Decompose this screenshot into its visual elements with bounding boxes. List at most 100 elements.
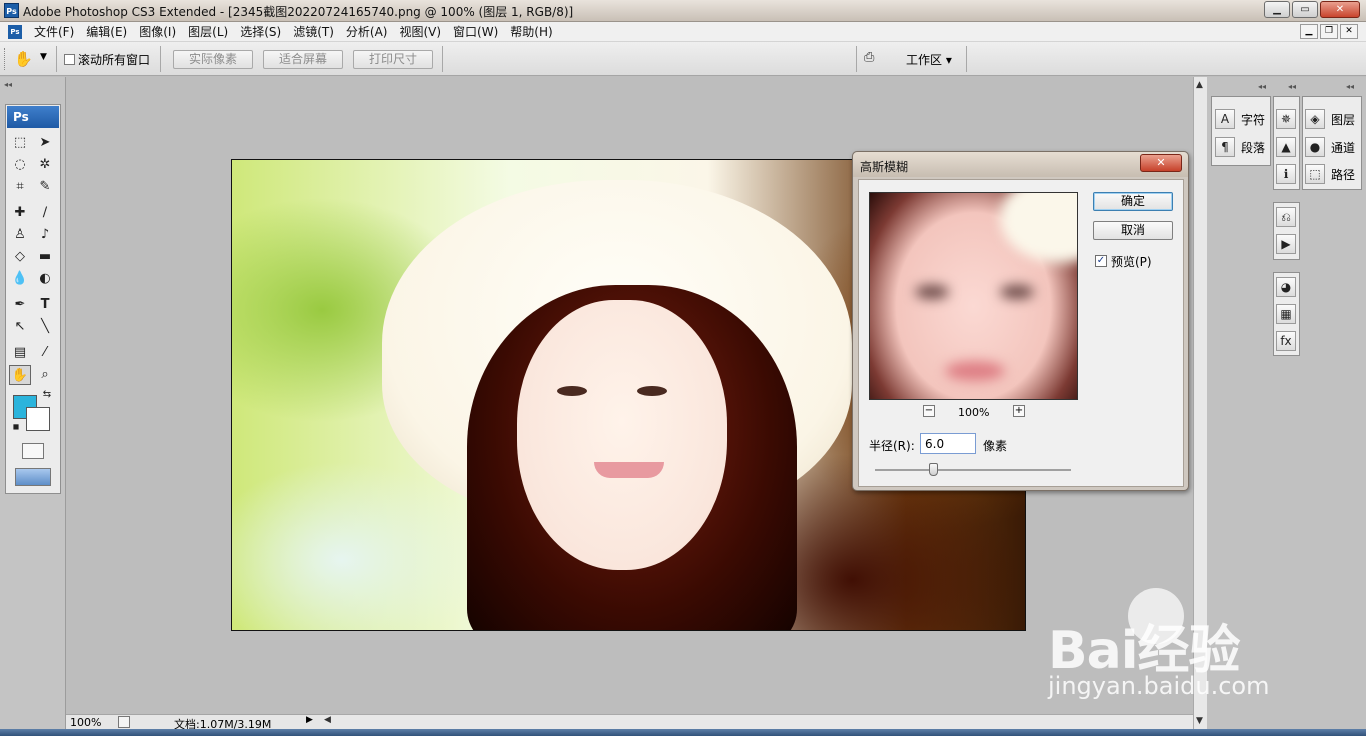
magic-wand-tool-icon[interactable]: ✲	[34, 155, 56, 175]
dialog-close-button[interactable]: ✕	[1140, 154, 1182, 172]
actual-pixels-button[interactable]: 实际像素	[173, 50, 253, 69]
histogram-icon: ▲	[1276, 137, 1296, 157]
doc-minimize-button[interactable]: ▁	[1300, 24, 1318, 39]
cancel-button[interactable]: 取消	[1093, 221, 1173, 240]
paragraph-panel-tab[interactable]: ¶ 段落	[1215, 137, 1265, 157]
menu-view[interactable]: 视图(V)	[393, 23, 447, 40]
radius-slider-track[interactable]	[875, 469, 1071, 471]
status-menu-arrow-icon[interactable]: ▶	[306, 715, 313, 725]
dock-collapse-icon[interactable]: ◂◂	[1258, 82, 1266, 91]
photoshop-logo-icon: Ps	[4, 3, 19, 18]
styles-panel-tab[interactable]: fx	[1276, 331, 1296, 351]
menu-file[interactable]: 文件(F)	[28, 23, 80, 40]
screen-mode-button[interactable]	[15, 468, 51, 486]
radius-input[interactable]	[920, 433, 976, 454]
eraser-tool-icon[interactable]: ◇	[9, 247, 31, 267]
status-info-icon[interactable]	[118, 716, 130, 728]
histogram-panel-tab[interactable]: ▲	[1276, 137, 1296, 157]
maximize-button[interactable]: ▭	[1292, 1, 1318, 18]
workspace-menu[interactable]: 工作区 ▾	[906, 51, 952, 68]
menu-filter[interactable]: 滤镜(T)	[287, 23, 340, 40]
clone-stamp-tool-icon[interactable]: ♙	[9, 225, 31, 245]
menu-analysis[interactable]: 分析(A)	[340, 23, 394, 40]
line-tool-icon[interactable]: ╲	[34, 317, 56, 337]
divider	[56, 46, 57, 72]
pen-tool-icon[interactable]: ✒	[9, 295, 31, 315]
layers-icon: ◈	[1305, 109, 1325, 129]
scroll-up-icon[interactable]: ▲	[1196, 80, 1203, 90]
healing-brush-tool-icon[interactable]: ✚	[9, 203, 31, 223]
dialog-title-bar[interactable]: 高斯模糊 ✕	[853, 152, 1188, 177]
swatches-panel-tab[interactable]: ▦	[1276, 304, 1296, 324]
gradient-tool-icon[interactable]: ▬	[34, 247, 56, 267]
menu-select[interactable]: 选择(S)	[234, 23, 287, 40]
menu-image[interactable]: 图像(I)	[133, 23, 182, 40]
scroll-left-icon[interactable]: ◀	[324, 715, 331, 725]
notes-tool-icon[interactable]: ▤	[9, 343, 31, 363]
preview-checkbox[interactable]: ✓	[1095, 255, 1107, 267]
zoom-level[interactable]: 100%	[70, 716, 101, 729]
fit-screen-button[interactable]: 适合屏幕	[263, 50, 343, 69]
bridge-icon[interactable]: ⎙	[864, 50, 874, 65]
slice-tool-icon[interactable]: ✎	[34, 177, 56, 197]
scroll-down-icon[interactable]: ▼	[1196, 716, 1203, 726]
menu-window[interactable]: 窗口(W)	[447, 23, 504, 40]
minimize-button[interactable]: ▁	[1264, 1, 1290, 18]
divider	[442, 46, 443, 72]
path-selection-tool-icon[interactable]: ↖	[9, 317, 31, 337]
marquee-tool-icon[interactable]: ⬚	[9, 133, 31, 153]
layers-panel-tab[interactable]: ◈ 图层	[1305, 109, 1355, 129]
paths-icon: ⬚	[1305, 164, 1325, 184]
menu-help[interactable]: 帮助(H)	[504, 23, 558, 40]
zoom-tool-icon[interactable]: ⌕	[34, 365, 56, 385]
info-panel-tab[interactable]: ℹ	[1276, 164, 1296, 184]
divider	[160, 46, 161, 72]
blur-tool-icon[interactable]: 💧	[9, 269, 31, 289]
scroll-all-windows-checkbox[interactable]	[64, 54, 75, 65]
default-colors-icon[interactable]: ◼	[10, 421, 22, 433]
menu-edit[interactable]: 编辑(E)	[80, 23, 133, 40]
options-grip[interactable]	[4, 48, 7, 70]
horizontal-scrollbar[interactable]	[320, 714, 1193, 729]
ok-button[interactable]: 确定	[1093, 192, 1173, 211]
close-window-button[interactable]: ✕	[1320, 1, 1360, 18]
lasso-tool-icon[interactable]: ◌	[9, 155, 31, 175]
dock-collapse-icon[interactable]: ◂◂	[1288, 82, 1296, 91]
dodge-tool-icon[interactable]: ◐	[34, 269, 56, 289]
actions-panel-tab[interactable]: ▶	[1276, 234, 1296, 254]
swap-colors-icon[interactable]: ⇆	[40, 388, 54, 402]
doc-restore-button[interactable]: ❐	[1320, 24, 1338, 39]
blur-preview[interactable]	[869, 192, 1078, 400]
history-panel-tab[interactable]: ⎌	[1276, 207, 1296, 227]
navigator-panel-tab[interactable]: ✵	[1276, 109, 1296, 129]
move-tool-icon[interactable]: ➤	[34, 133, 56, 153]
channels-icon: ●	[1305, 137, 1325, 157]
channels-panel-tab[interactable]: ● 通道	[1305, 137, 1355, 157]
brush-tool-icon[interactable]: ∕	[34, 203, 56, 223]
menu-bar: Ps 文件(F) 编辑(E) 图像(I) 图层(L) 选择(S) 滤镜(T) 分…	[0, 22, 1366, 42]
background-color-swatch[interactable]	[26, 407, 50, 431]
color-panel-tab[interactable]: ◕	[1276, 277, 1296, 297]
paths-panel-tab[interactable]: ⬚ 路径	[1305, 164, 1355, 184]
quick-mask-button[interactable]	[22, 443, 44, 459]
dock-collapse-icon[interactable]: ◂◂	[1346, 82, 1354, 91]
doc-close-button[interactable]: ✕	[1340, 24, 1358, 39]
info-panel-group: ✵ ▲ ℹ	[1273, 96, 1300, 190]
character-panel-tab[interactable]: A 字符	[1215, 109, 1265, 129]
zoom-out-button[interactable]: −	[923, 405, 935, 417]
tool-preset-caret-icon[interactable]: ▼	[40, 52, 47, 62]
hand-tool-icon[interactable]: ✋	[9, 365, 31, 385]
toolbox-collapse-icon[interactable]: ◂◂	[4, 80, 12, 89]
zoom-in-button[interactable]: +	[1013, 405, 1025, 417]
print-size-button[interactable]: 打印尺寸	[353, 50, 433, 69]
type-tool-icon[interactable]: T	[34, 295, 56, 315]
eyedropper-tool-icon[interactable]: ⁄	[34, 343, 56, 363]
radius-slider-thumb[interactable]	[928, 463, 938, 476]
title-bar: Ps Adobe Photoshop CS3 Extended - [2345截…	[0, 0, 1366, 22]
crop-tool-icon[interactable]: ⌗	[9, 177, 31, 197]
history-brush-tool-icon[interactable]: ♪	[34, 225, 56, 245]
hand-tool-icon[interactable]: ✋	[14, 50, 33, 68]
menu-layer[interactable]: 图层(L)	[182, 23, 234, 40]
dialog-title: 高斯模糊	[860, 160, 909, 174]
document-icon[interactable]: Ps	[8, 24, 22, 39]
